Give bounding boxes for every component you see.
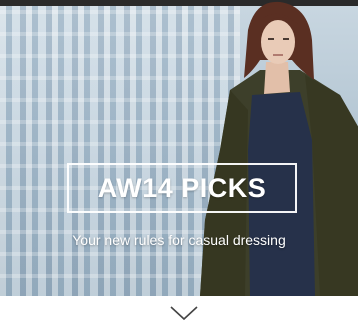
hero-subtitle: Your new rules for casual dressing [72,232,286,248]
hero-headline: AW14 PICKS [97,172,267,203]
headline-frame: AW14 PICKS [67,163,297,213]
hero-banner[interactable]: AW14 PICKS Your new rules for casual dre… [0,0,358,296]
model-photo [200,1,358,296]
chevron-down-icon[interactable] [169,303,199,323]
